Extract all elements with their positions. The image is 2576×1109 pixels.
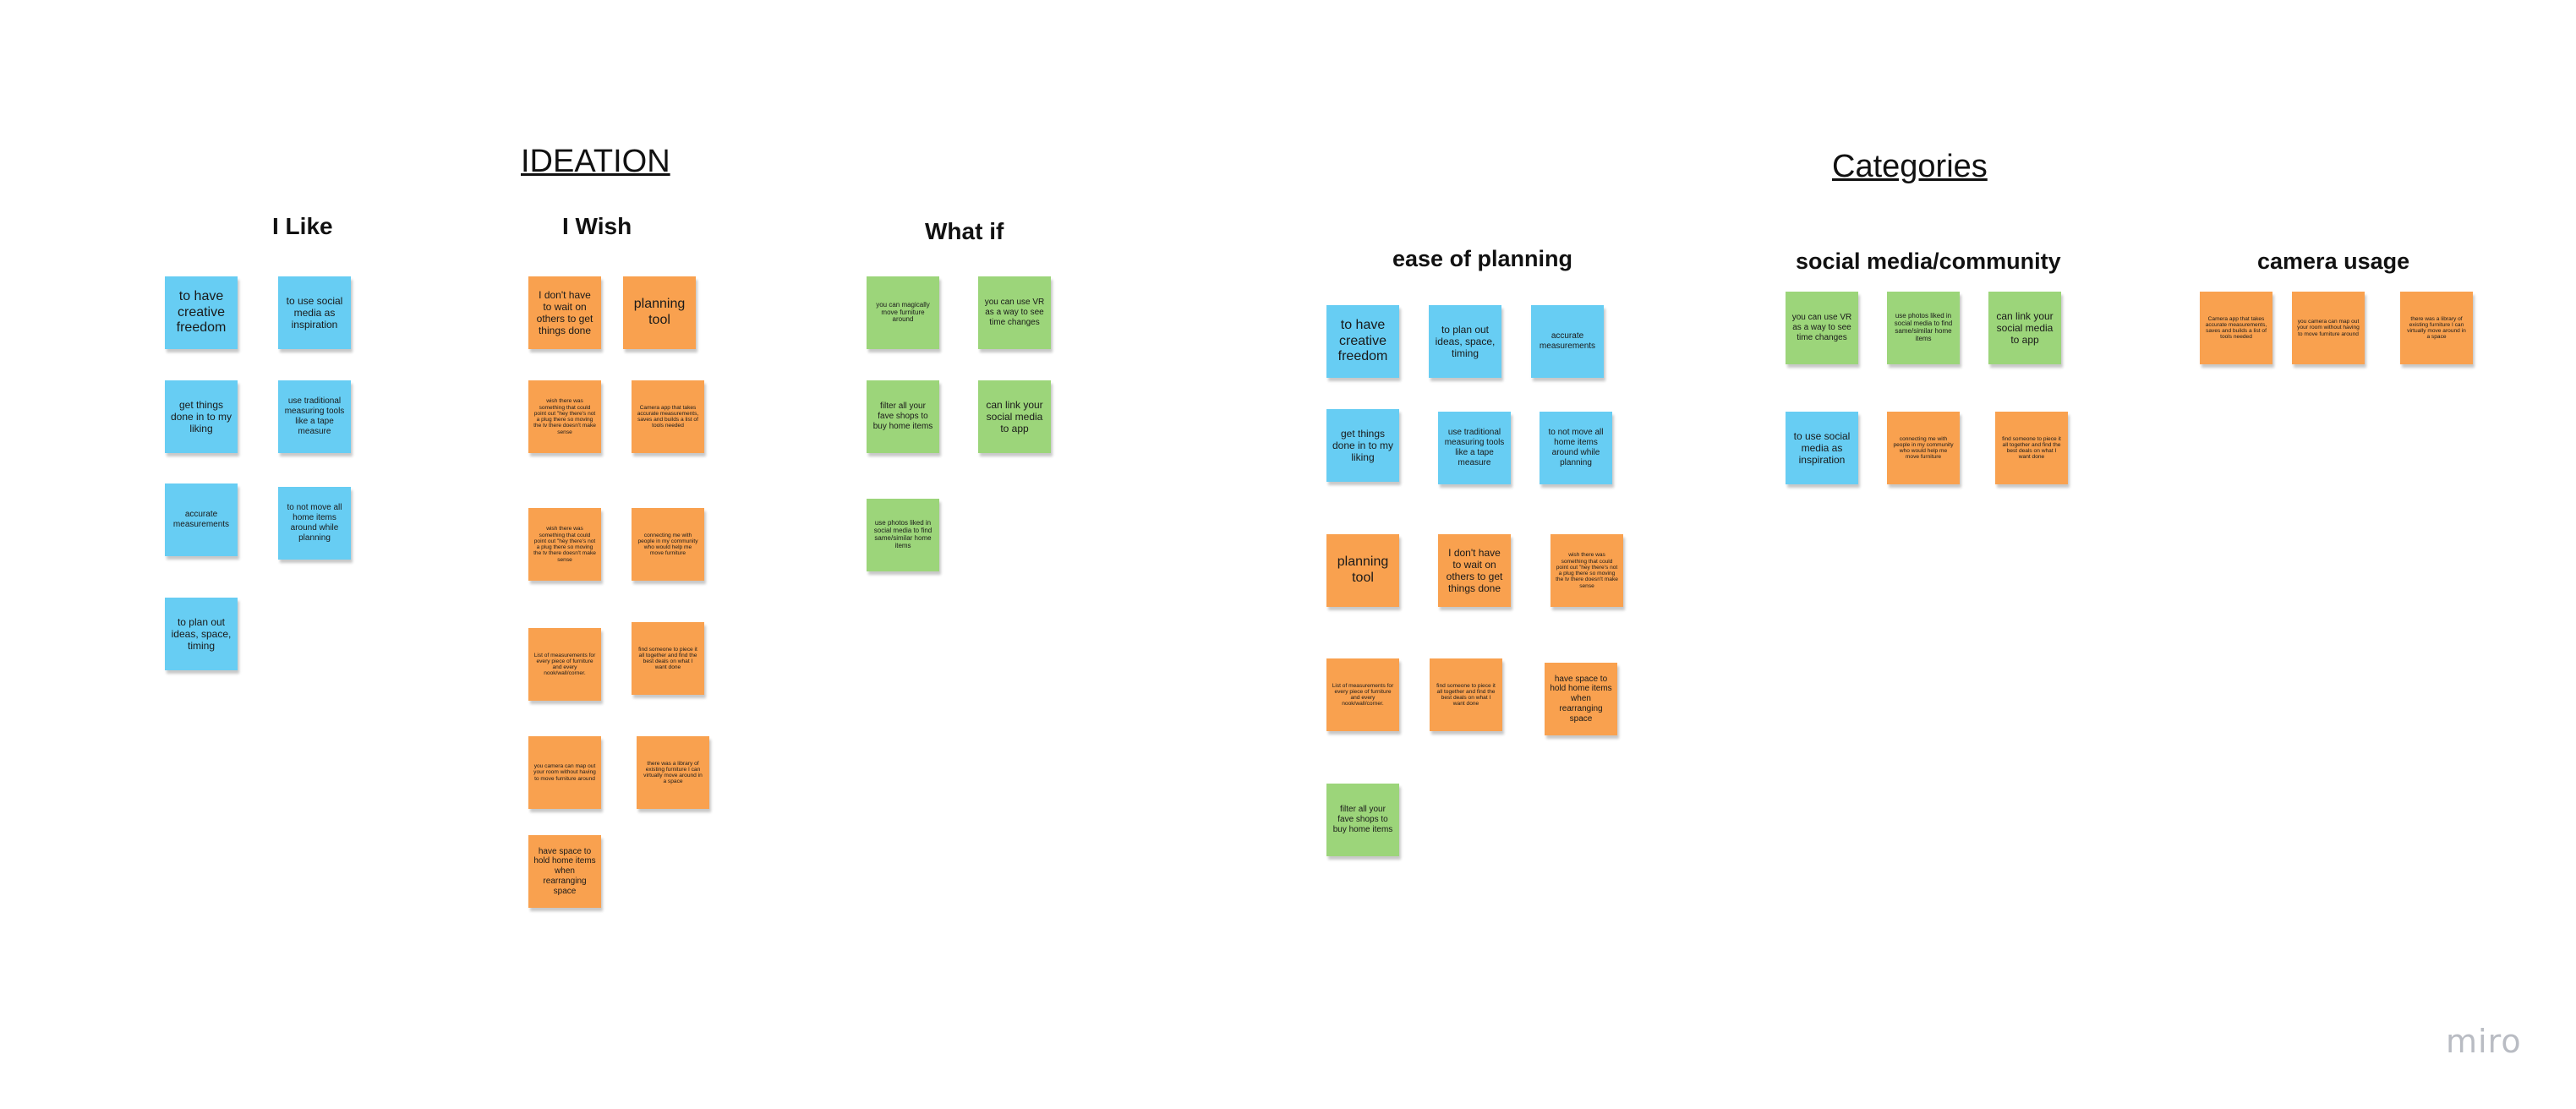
- sticky-note[interactable]: I don't have to wait on others to get th…: [528, 276, 601, 349]
- sticky-note[interactable]: there was a library of existing furnitur…: [2400, 292, 2473, 364]
- category-heading-social-media-community[interactable]: social media/community: [1796, 249, 2061, 275]
- sticky-note[interactable]: use traditional measuring tools like a t…: [278, 380, 351, 453]
- sticky-note[interactable]: filter all your fave shops to buy home i…: [867, 380, 939, 453]
- sticky-note[interactable]: you can use VR as a way to see time chan…: [978, 276, 1051, 349]
- sticky-note[interactable]: I don't have to wait on others to get th…: [1438, 534, 1511, 607]
- sticky-note[interactable]: filter all your fave shops to buy home i…: [1326, 784, 1399, 856]
- sticky-note[interactable]: you can magically move furniture around: [867, 276, 939, 349]
- column-heading-i-like[interactable]: I Like: [272, 213, 333, 240]
- sticky-note[interactable]: have space to hold home items when rearr…: [528, 835, 601, 908]
- sticky-note[interactable]: to not move all home items around while …: [278, 487, 351, 560]
- sticky-note[interactable]: connecting me with people in my communit…: [632, 508, 704, 581]
- sticky-note[interactable]: have space to hold home items when rearr…: [1545, 663, 1617, 735]
- ideation-title[interactable]: IDEATION: [521, 144, 670, 180]
- sticky-note[interactable]: you can use VR as a way to see time chan…: [1786, 292, 1858, 364]
- sticky-note[interactable]: there was a library of existing furnitur…: [637, 736, 709, 809]
- sticky-note[interactable]: use photos liked in social media to find…: [867, 499, 939, 571]
- sticky-note[interactable]: Camera app that takes accurate measureme…: [632, 380, 704, 453]
- sticky-note[interactable]: to have creative freedom: [1326, 305, 1399, 378]
- sticky-note[interactable]: planning tool: [623, 276, 696, 349]
- sticky-note[interactable]: get things done in to my liking: [1326, 409, 1399, 482]
- sticky-note[interactable]: planning tool: [1326, 534, 1399, 607]
- sticky-note[interactable]: to plan out ideas, space, timing: [165, 598, 238, 670]
- sticky-note[interactable]: use photos liked in social media to find…: [1887, 292, 1960, 364]
- sticky-note[interactable]: wish there was something that could poin…: [528, 380, 601, 453]
- sticky-note[interactable]: Camera app that takes accurate measureme…: [2200, 292, 2272, 364]
- sticky-note[interactable]: find someone to piece it all together an…: [1430, 658, 1502, 731]
- column-heading-what-if[interactable]: What if: [925, 218, 1004, 245]
- sticky-note[interactable]: to not move all home items around while …: [1540, 412, 1612, 484]
- sticky-note[interactable]: connecting me with people in my communit…: [1887, 412, 1960, 484]
- sticky-note[interactable]: List of measurements for every piece of …: [1326, 658, 1399, 731]
- category-heading-camera-usage[interactable]: camera usage: [2257, 249, 2409, 275]
- sticky-note[interactable]: you camera can map out your room without…: [528, 736, 601, 809]
- sticky-note[interactable]: to use social media as inspiration: [278, 276, 351, 349]
- miro-board-canvas[interactable]: IDEATION Categories I Like I Wish What i…: [0, 0, 2576, 1109]
- column-heading-i-wish[interactable]: I Wish: [562, 213, 632, 240]
- sticky-note[interactable]: to use social media as inspiration: [1786, 412, 1858, 484]
- sticky-note[interactable]: to plan out ideas, space, timing: [1429, 305, 1501, 378]
- sticky-note[interactable]: can link your social media to app: [978, 380, 1051, 453]
- sticky-note[interactable]: List of measurements for every piece of …: [528, 628, 601, 701]
- sticky-note[interactable]: accurate measurements: [165, 483, 238, 556]
- sticky-note[interactable]: find someone to piece it all together an…: [632, 622, 704, 695]
- sticky-note[interactable]: you camera can map out your room without…: [2292, 292, 2365, 364]
- sticky-note[interactable]: use traditional measuring tools like a t…: [1438, 412, 1511, 484]
- sticky-note[interactable]: can link your social media to app: [1988, 292, 2061, 364]
- sticky-note[interactable]: wish there was something that could poin…: [1551, 534, 1623, 607]
- sticky-note[interactable]: get things done in to my liking: [165, 380, 238, 453]
- sticky-note[interactable]: find someone to piece it all together an…: [1995, 412, 2068, 484]
- sticky-note[interactable]: wish there was something that could poin…: [528, 508, 601, 581]
- category-heading-ease-of-planning[interactable]: ease of planning: [1392, 246, 1572, 272]
- miro-logo: miro: [2446, 1023, 2522, 1060]
- sticky-note[interactable]: accurate measurements: [1531, 305, 1604, 378]
- categories-title[interactable]: Categories: [1832, 149, 1988, 185]
- sticky-note[interactable]: to have creative freedom: [165, 276, 238, 349]
